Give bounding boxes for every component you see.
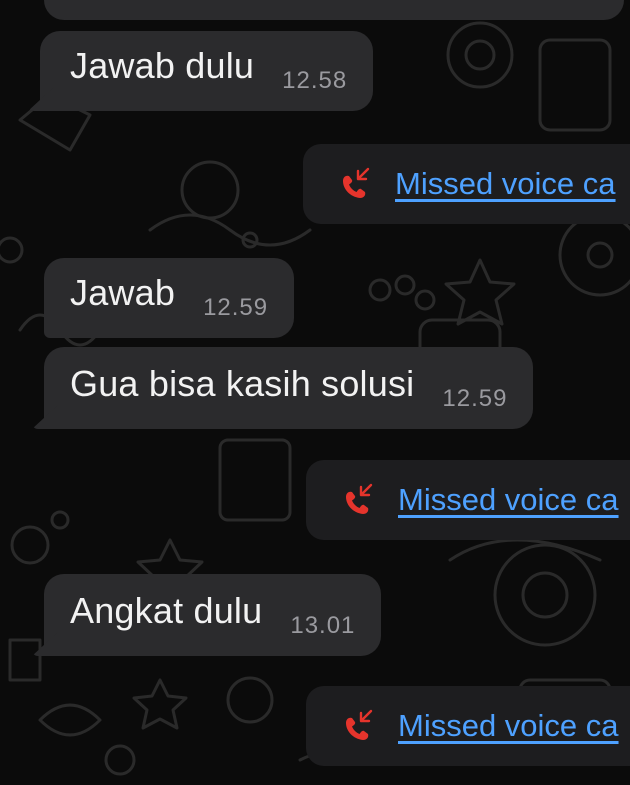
message-bubble[interactable]: Jawab 12.59 <box>44 258 295 338</box>
missed-call-bubble[interactable]: Missed voice ca <box>306 686 630 766</box>
missed-call-icon <box>346 483 373 514</box>
chat-thread: Jawab dulu 12.58 Missed voice ca Jawab 1… <box>0 0 630 785</box>
message-timestamp: 12.59 <box>442 385 508 412</box>
missed-call-link[interactable]: Missed voice ca <box>395 166 616 202</box>
message-bubble[interactable]: Jawab dulu 12.58 <box>40 31 374 111</box>
message-bubble-partial[interactable] <box>44 0 624 20</box>
message-timestamp: 12.58 <box>282 67 348 94</box>
message-timestamp: 12.59 <box>203 294 269 321</box>
missed-call-icon <box>346 709 373 740</box>
missed-call-icon <box>343 167 370 198</box>
missed-call-bubble[interactable]: Missed voice ca <box>306 460 630 540</box>
message-text: Jawab <box>70 272 176 313</box>
message-bubble[interactable]: Gua bisa kasih solusi 12.59 <box>44 347 534 429</box>
message-timestamp: 13.01 <box>290 612 356 639</box>
message-bubble[interactable]: Angkat dulu 13.01 <box>44 574 382 656</box>
message-text: Gua bisa kasih solusi <box>70 363 415 404</box>
message-text: Jawab dulu <box>70 45 255 86</box>
missed-call-link[interactable]: Missed voice ca <box>398 482 619 518</box>
missed-call-link[interactable]: Missed voice ca <box>398 708 619 744</box>
message-text: Angkat dulu <box>70 590 263 631</box>
missed-call-bubble[interactable]: Missed voice ca <box>303 144 630 224</box>
